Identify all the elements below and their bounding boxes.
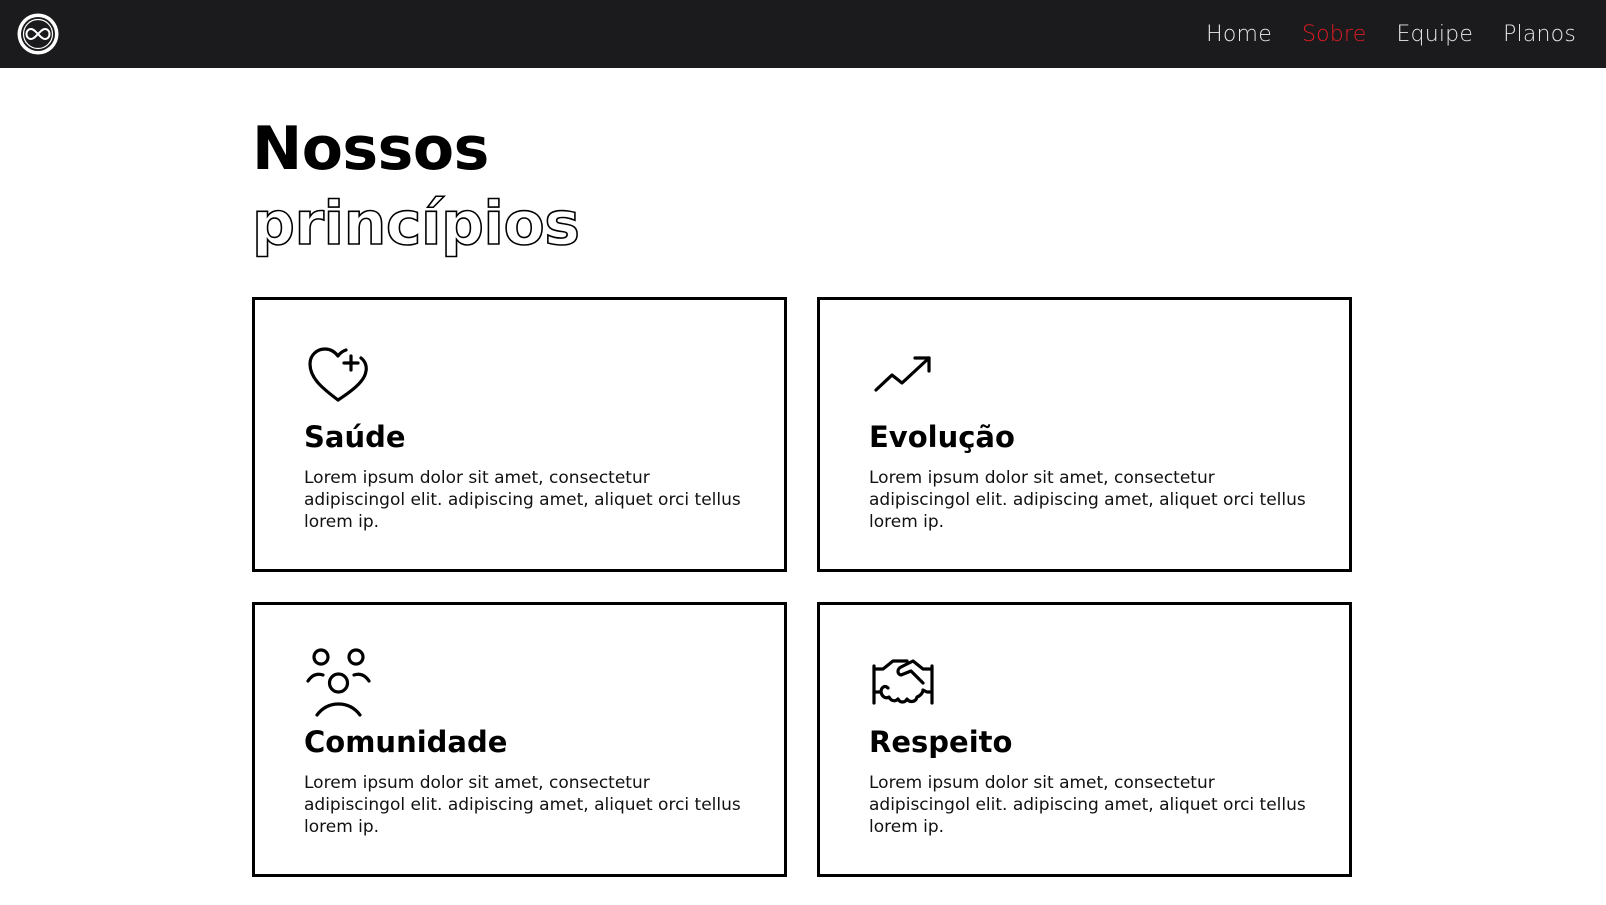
section-title-solid: Nossos: [252, 114, 489, 184]
principle-card-respeito: Respeito Lorem ipsum dolor sit amet, con…: [817, 602, 1352, 877]
card-description: Lorem ipsum dolor sit amet, consectetur …: [869, 773, 1306, 837]
card-description: Lorem ipsum dolor sit amet, consectetur …: [869, 468, 1306, 532]
nav-link-home[interactable]: Home: [1206, 22, 1272, 47]
card-title: Comunidade: [304, 725, 508, 759]
nav-link-planos[interactable]: Planos: [1503, 22, 1576, 47]
main-nav: Home Sobre Equipe Planos: [1176, 0, 1576, 68]
card-title: Evolução: [869, 420, 1015, 454]
section-title: Nossos princípios: [251, 114, 581, 264]
community-icon: [304, 647, 372, 717]
infinity-logo-icon[interactable]: [16, 12, 60, 56]
trending-up-icon: [869, 342, 937, 410]
card-description: Lorem ipsum dolor sit amet, consectetur …: [304, 773, 741, 837]
principle-card-evolucao: Evolução Lorem ipsum dolor sit amet, con…: [817, 297, 1352, 572]
nav-link-sobre[interactable]: Sobre: [1302, 22, 1367, 47]
navbar: Home Sobre Equipe Planos: [0, 0, 1606, 68]
card-title: Saúde: [304, 420, 406, 454]
heart-plus-icon: [304, 342, 372, 410]
card-description: Lorem ipsum dolor sit amet, consectetur …: [304, 468, 741, 532]
nav-link-equipe[interactable]: Equipe: [1396, 22, 1473, 47]
card-title: Respeito: [869, 725, 1013, 759]
handshake-icon: [869, 647, 937, 715]
principle-card-saude: Saúde Lorem ipsum dolor sit amet, consec…: [252, 297, 787, 572]
section-title-outline: princípios: [251, 188, 581, 260]
principle-card-comunidade: Comunidade Lorem ipsum dolor sit amet, c…: [252, 602, 787, 877]
